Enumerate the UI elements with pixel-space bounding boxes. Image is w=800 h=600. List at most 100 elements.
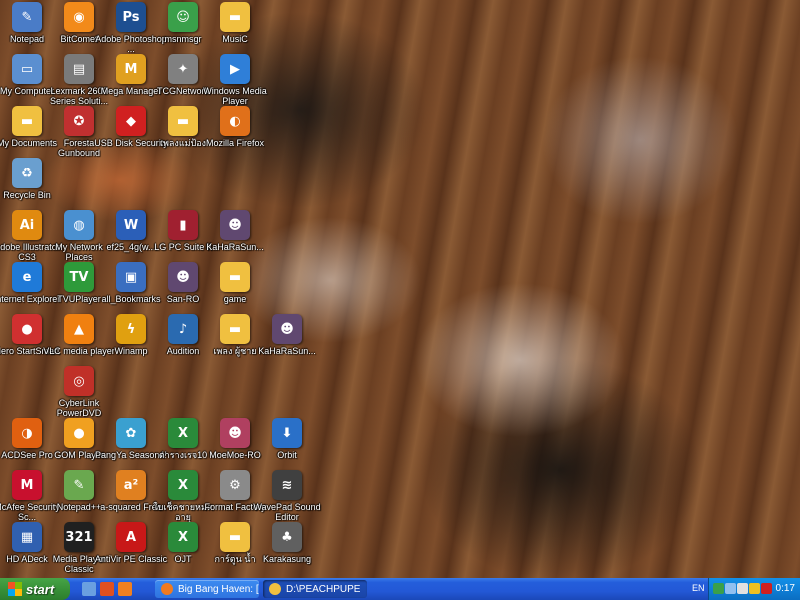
desktop-icon-label: Mozilla Firefox	[205, 138, 264, 148]
desktop-icon[interactable]: X ตารางเรจ10	[153, 418, 213, 472]
computer-icon: ▭	[12, 54, 42, 84]
desktop-icon[interactable]: ▤ Lexmark 2600 Series Soluti...	[49, 54, 109, 108]
tcg-network-icon: ✦	[168, 54, 198, 84]
anime-image-icon: ☻	[220, 418, 250, 448]
task-button[interactable]: Big Bang Haven: [Pics...	[155, 580, 259, 598]
excel-document-icon: X	[168, 418, 198, 448]
task-button[interactable]: D:\PEACHPUPE	[263, 580, 367, 598]
desktop-icon[interactable]: ≋ WavePad Sound Editor	[253, 470, 321, 524]
usb-security-icon: ◆	[116, 106, 146, 136]
desktop-icon[interactable]: ▣ all_Bookmarks	[101, 262, 161, 316]
word-document-icon: W	[116, 210, 146, 240]
show-desktop-icon[interactable]	[82, 582, 96, 596]
folder-icon: ▬	[220, 2, 250, 32]
desktop-icon[interactable]: ● GOM Player	[49, 418, 109, 472]
task-button-label: D:\PEACHPUPE	[286, 583, 361, 595]
desktop-icon[interactable]: ◎ CyberLink PowerDVD	[49, 366, 109, 420]
hd-adeck-icon: ▦	[12, 522, 42, 552]
language-indicator[interactable]: EN	[692, 583, 705, 593]
recycle-bin-icon: ♻	[12, 158, 42, 188]
folder-icon: ▬	[220, 522, 250, 552]
desktop-icon[interactable]: ▬ การ์ตูน น้ำ	[205, 522, 265, 576]
desktop-icon[interactable]: ☺ msnmsgr	[153, 2, 213, 56]
desktop-icon[interactable]: Ps Adobe Photoshop ...	[95, 2, 167, 56]
desktop-icon[interactable]: ◐ Mozilla Firefox	[205, 106, 265, 160]
desktop-icon[interactable]: ϟ Winamp	[101, 314, 161, 368]
mega-manager-icon: M	[116, 54, 146, 84]
msn-tray-icon[interactable]	[713, 583, 724, 594]
desktop-icon[interactable]: ▬ MusiC	[205, 2, 265, 56]
desktop-icon[interactable]: ☻ San-RO	[153, 262, 213, 316]
clock[interactable]: 0:17	[776, 583, 795, 594]
desktop-icon[interactable]: ▬ เพลงแม่ป้อง	[153, 106, 213, 160]
a-squared-icon: a²	[116, 470, 146, 500]
pdf-document-icon: ▣	[116, 262, 146, 292]
desktop-icon[interactable]: X ใบเช็คชายหมด อายุ	[153, 470, 213, 524]
anime-image-icon: ☻	[168, 262, 198, 292]
desktop-icon[interactable]: ◍ My Network Places	[49, 210, 109, 264]
security-tray-icon[interactable]	[749, 583, 760, 594]
desktop-icon[interactable]: TV TVUPlayer	[49, 262, 109, 316]
desktop-icon[interactable]: Wef25_4g(w...	[101, 210, 161, 264]
anime-image-icon: ☻	[220, 210, 250, 240]
start-button[interactable]: start	[0, 578, 70, 600]
volume-tray-icon[interactable]	[737, 583, 748, 594]
wavepad-icon: ≋	[272, 470, 302, 500]
desktop-icon[interactable]: ▮ LG PC Suite II	[153, 210, 213, 264]
desktop-icon[interactable]: ♻ Recycle Bin	[0, 158, 57, 212]
task-button-label: Big Bang Haven: [Pics...	[178, 583, 259, 595]
desktop-icon[interactable]: ✎ Notepad++	[49, 470, 109, 524]
desktop-icon[interactable]: ♪ Audition	[153, 314, 213, 368]
desktop-icon[interactable]: X OJT	[153, 522, 213, 576]
antivir-icon: A	[116, 522, 146, 552]
firefox-quicklaunch-icon[interactable]	[118, 582, 132, 596]
msn-icon: ☺	[168, 2, 198, 32]
desktop-icon[interactable]: ▶ Windows Media Player	[203, 54, 267, 108]
desktop-wallpaper: ✎ Notepad ◉ BitComet Ps Adobe Photoshop ... ☺ m…	[0, 0, 800, 578]
desktop-icon[interactable]: ▲ VLC media player	[43, 314, 115, 368]
desktop-icon[interactable]: ✿ PangYa Season4!	[95, 418, 167, 472]
pangya-icon: ✿	[116, 418, 146, 448]
desktop-icon-label: KaHaRaSun...	[206, 242, 264, 252]
winamp-icon: ϟ	[116, 314, 146, 344]
antivir-tray-icon[interactable]	[761, 583, 772, 594]
notepadpp-icon: ✎	[64, 470, 94, 500]
desktop-icon[interactable]: ☻ KaHaRaSun...	[205, 210, 265, 264]
desktop-icon[interactable]: A AntiVir PE Classic	[95, 522, 167, 576]
karakasung-icon: ♣	[272, 522, 302, 552]
system-tray: 0:17	[708, 578, 800, 600]
desktop-icon[interactable]: ✪ Foresta Gunbound	[49, 106, 109, 160]
taskbar: start Big Bang Haven: [Pics... D:\PEACHPU…	[0, 578, 800, 600]
desktop-icon[interactable]: ☻ MoeMoe-RO	[205, 418, 265, 472]
excel-document-icon: X	[168, 470, 198, 500]
desktop-icon[interactable]: ☻ KaHaRaSun...	[257, 314, 317, 368]
firefox-icon: ◐	[220, 106, 250, 136]
anime-image-icon: ☻	[272, 314, 302, 344]
firefox-task-icon	[161, 583, 173, 595]
vlc-icon: ▲	[64, 314, 94, 344]
folder-icon: ▬	[220, 262, 250, 292]
folder-task-icon	[269, 583, 281, 595]
desktop-icon[interactable]: ⬇ Orbit	[257, 418, 317, 472]
desktop-icon[interactable]: ▬ เพลง ผู้ชาย	[205, 314, 265, 368]
desktop-icon[interactable]: ▬ game	[205, 262, 265, 316]
windows-logo-icon	[8, 582, 22, 596]
desktop-icon[interactable]: ◆ USB Disk Security	[94, 106, 168, 160]
mcafee-icon: M	[12, 470, 42, 500]
desktop-icon[interactable]: M Mega Manager	[101, 54, 161, 108]
desktop-icon-label: CyberLink PowerDVD	[56, 398, 102, 418]
tvu-player-icon: TV	[64, 262, 94, 292]
desktop-icon-label: KaHaRaSun...	[258, 346, 316, 356]
desktop-icon-label: WavePad Sound Editor	[253, 502, 321, 522]
network-tray-icon[interactable]	[725, 583, 736, 594]
internet-explorer-icon: e	[12, 262, 42, 292]
folder-icon: ▬	[220, 314, 250, 344]
desktop-icon-label: Karakasung	[262, 554, 312, 564]
gom-player-icon: ●	[64, 418, 94, 448]
media-player-icon: ▶	[220, 54, 250, 84]
desktop-icon[interactable]: 321 Media Player Classic	[49, 522, 109, 576]
desktop-icon[interactable]: ♣ Karakasung	[257, 522, 317, 576]
powerdvd-icon: ◎	[64, 366, 94, 396]
illustrator-icon: Ai	[12, 210, 42, 240]
media-player-quicklaunch-icon[interactable]	[100, 582, 114, 596]
